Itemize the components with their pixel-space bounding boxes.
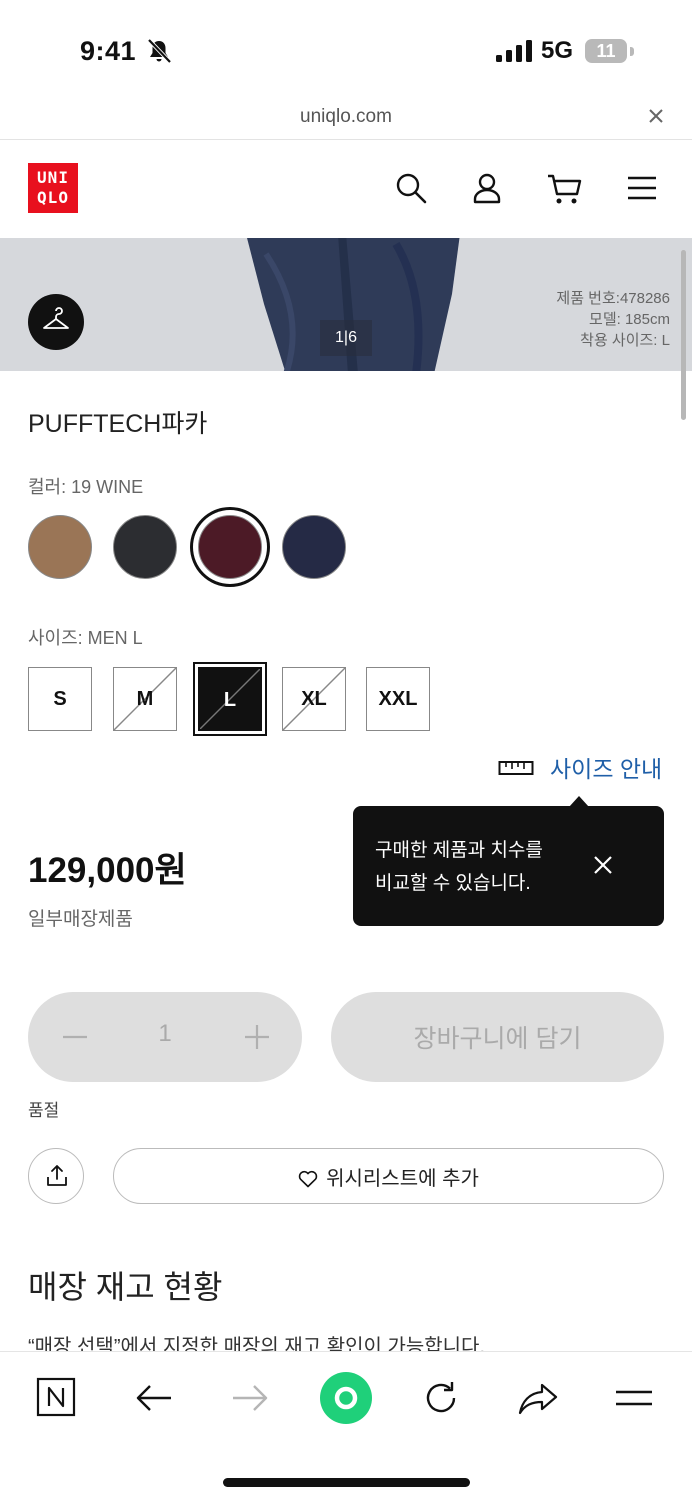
wishlist-button[interactable]: 위시리스트에 추가 bbox=[113, 1148, 664, 1204]
menu-icon[interactable] bbox=[624, 170, 660, 206]
size-option-xl[interactable]: XL bbox=[282, 667, 346, 731]
product-number: 제품 번호:478286 bbox=[556, 290, 670, 307]
close-icon[interactable] bbox=[591, 853, 615, 877]
battery-icon: 11 bbox=[585, 39, 627, 63]
logo-line-1: UNI bbox=[37, 168, 69, 187]
back-arrow-icon[interactable] bbox=[134, 1378, 174, 1418]
status-bar: 9:41 5G 11 bbox=[0, 0, 692, 96]
url-text[interactable]: uniqlo.com bbox=[0, 106, 692, 128]
tooltip-text: 구매한 제품과 치수를 비교할 수 있습니다. bbox=[375, 834, 585, 900]
size-compare-tooltip: 구매한 제품과 치수를 비교할 수 있습니다. bbox=[353, 796, 664, 926]
share-arrow-icon[interactable] bbox=[518, 1378, 558, 1418]
bell-muted-icon bbox=[147, 38, 172, 64]
store-stock-description: “매장 선택”에서 지정한 매장의 재고 확인이 가능합니다. bbox=[28, 1336, 486, 1351]
url-bar: uniqlo.com bbox=[0, 96, 692, 140]
share-button[interactable] bbox=[28, 1148, 84, 1204]
quantity-stepper: 1 bbox=[28, 992, 302, 1082]
status-time: 9:41 bbox=[80, 36, 137, 66]
size-option-xxl[interactable]: XXL bbox=[366, 667, 430, 731]
color-swatch-wine[interactable] bbox=[198, 515, 262, 579]
hanger-button[interactable] bbox=[28, 294, 84, 350]
stock-status: 품절 bbox=[28, 1101, 60, 1120]
color-swatch-brown[interactable] bbox=[28, 515, 92, 579]
size-option-label: M bbox=[136, 688, 154, 710]
model-info: 제품 번호:478286 모델: 185cm 착용 사이즈: L bbox=[556, 288, 670, 351]
browser-toolbar bbox=[0, 1351, 692, 1500]
size-option-label: L bbox=[223, 689, 237, 711]
plus-icon[interactable] bbox=[240, 1020, 274, 1054]
wishlist-label: 위시리스트에 추가 bbox=[326, 1167, 479, 1190]
forward-arrow-icon[interactable] bbox=[230, 1378, 270, 1418]
product-image-gallery[interactable]: 1|6 제품 번호:478286 모델: 185cm 착용 사이즈: L bbox=[0, 238, 692, 371]
n-home-icon[interactable] bbox=[36, 1377, 76, 1417]
hanger-icon bbox=[43, 307, 69, 329]
size-option-m[interactable]: M bbox=[113, 667, 177, 731]
close-icon[interactable] bbox=[644, 104, 668, 128]
signal-icon bbox=[496, 40, 532, 62]
home-indicator[interactable] bbox=[223, 1478, 470, 1487]
share-icon bbox=[47, 1165, 67, 1186]
heart-icon bbox=[298, 1170, 318, 1187]
ruler-icon bbox=[498, 761, 534, 775]
price-note: 일부매장제품 bbox=[28, 909, 133, 930]
site-header: UNI QLO bbox=[0, 140, 692, 238]
tooltip-line-1: 구매한 제품과 치수를 bbox=[375, 840, 543, 861]
size-label: 사이즈: MEN L bbox=[28, 628, 143, 648]
color-label: 컬러: 19 WINE bbox=[28, 477, 144, 497]
size-guide-text: 사이즈 안내 bbox=[550, 756, 663, 782]
logo-line-2: QLO bbox=[37, 188, 69, 207]
green-dot-icon[interactable] bbox=[320, 1372, 372, 1424]
product-name: PUFFTECH파카 bbox=[28, 410, 208, 438]
size-option-label: XXL bbox=[378, 688, 418, 710]
color-swatch-black[interactable] bbox=[113, 515, 177, 579]
uniqlo-logo[interactable]: UNI QLO bbox=[28, 163, 78, 213]
size-option-s[interactable]: S bbox=[28, 667, 92, 731]
image-counter: 1|6 bbox=[320, 320, 372, 356]
network-type: 5G bbox=[541, 37, 574, 64]
size-option-l[interactable]: L bbox=[198, 667, 262, 731]
size-option-label: XL bbox=[301, 688, 327, 710]
battery-cap bbox=[630, 47, 634, 56]
search-icon[interactable] bbox=[393, 170, 429, 206]
color-swatch-navy[interactable] bbox=[282, 515, 346, 579]
user-icon[interactable] bbox=[469, 170, 505, 206]
cart-icon[interactable] bbox=[546, 170, 582, 206]
menu-icon[interactable] bbox=[614, 1378, 654, 1418]
model-height: 모델: 185cm bbox=[589, 311, 670, 328]
model-size: 착용 사이즈: L bbox=[580, 332, 670, 349]
tooltip-line-2: 비교할 수 있습니다. bbox=[375, 873, 531, 894]
add-to-cart-button[interactable]: 장바구니에 담기 bbox=[331, 992, 664, 1082]
scrollbar[interactable] bbox=[681, 250, 686, 420]
reload-icon[interactable] bbox=[421, 1378, 461, 1418]
size-option-label: S bbox=[53, 688, 67, 710]
store-stock-title: 매장 재고 현황 bbox=[28, 1269, 223, 1305]
product-price: 129,000원 bbox=[28, 851, 187, 890]
